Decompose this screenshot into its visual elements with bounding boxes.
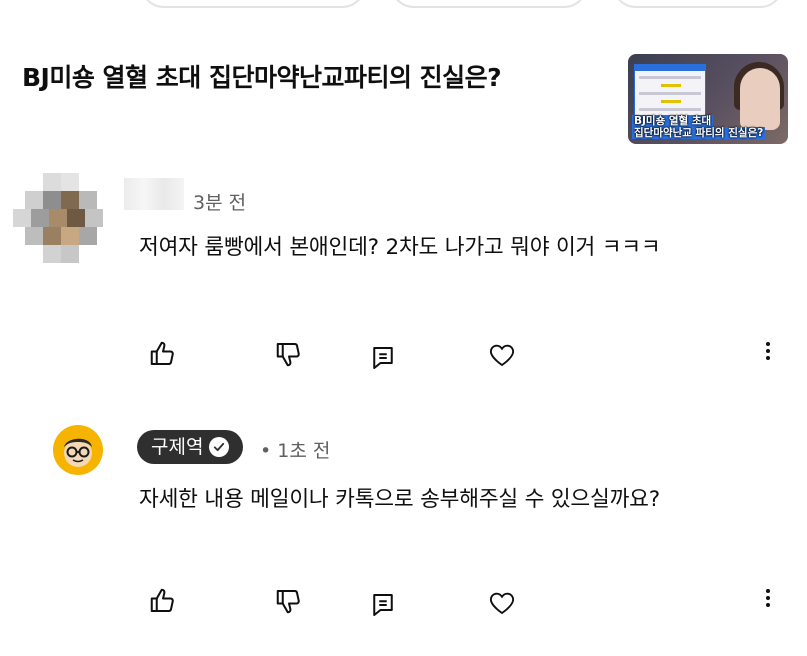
video-title[interactable]: BJ미숑 열혈 초대 집단마약난교파티의 진실은?	[22, 60, 592, 96]
more-vert-icon[interactable]	[762, 339, 774, 369]
thumbs-up-icon[interactable]	[146, 337, 180, 371]
more-vert-icon[interactable]	[762, 586, 774, 616]
avatar[interactable]	[53, 425, 103, 475]
thumbs-down-icon[interactable]	[272, 584, 306, 618]
comment-time: • 1초 전	[260, 440, 331, 462]
chip[interactable]	[612, 0, 784, 8]
reply-icon[interactable]	[366, 588, 400, 622]
thumbnail-panel	[634, 64, 706, 118]
heart-icon[interactable]	[485, 586, 519, 620]
thumbs-down-icon[interactable]	[272, 337, 306, 371]
chip[interactable]	[140, 0, 366, 8]
author-name-blurred	[124, 178, 184, 210]
author-name: 구제역	[151, 436, 204, 458]
reply-icon[interactable]	[366, 341, 400, 375]
chip[interactable]	[390, 0, 588, 8]
video-thumbnail[interactable]: BJ미숑 열혈 초대 집단마약난교 파티의 진실은?	[628, 54, 788, 144]
comment-text: 저여자 룸빵에서 본애인데? 2차도 나가고 뭐야 이거 ㅋㅋㅋ	[139, 235, 661, 260]
filter-chips	[0, 0, 807, 8]
comment-text: 자세한 내용 메일이나 카톡으로 송부해주실 수 있으실까요?	[139, 487, 660, 512]
heart-icon[interactable]	[485, 338, 519, 372]
verified-check-icon	[209, 437, 230, 457]
thumbnail-caption: BJ미숑 열혈 초대 집단마약난교 파티의 진실은?	[632, 115, 766, 139]
comment-time: 3분 전	[193, 192, 247, 214]
avatar[interactable]	[13, 173, 103, 269]
author-badge[interactable]: 구제역	[137, 430, 244, 464]
thumbs-up-icon[interactable]	[146, 584, 180, 618]
